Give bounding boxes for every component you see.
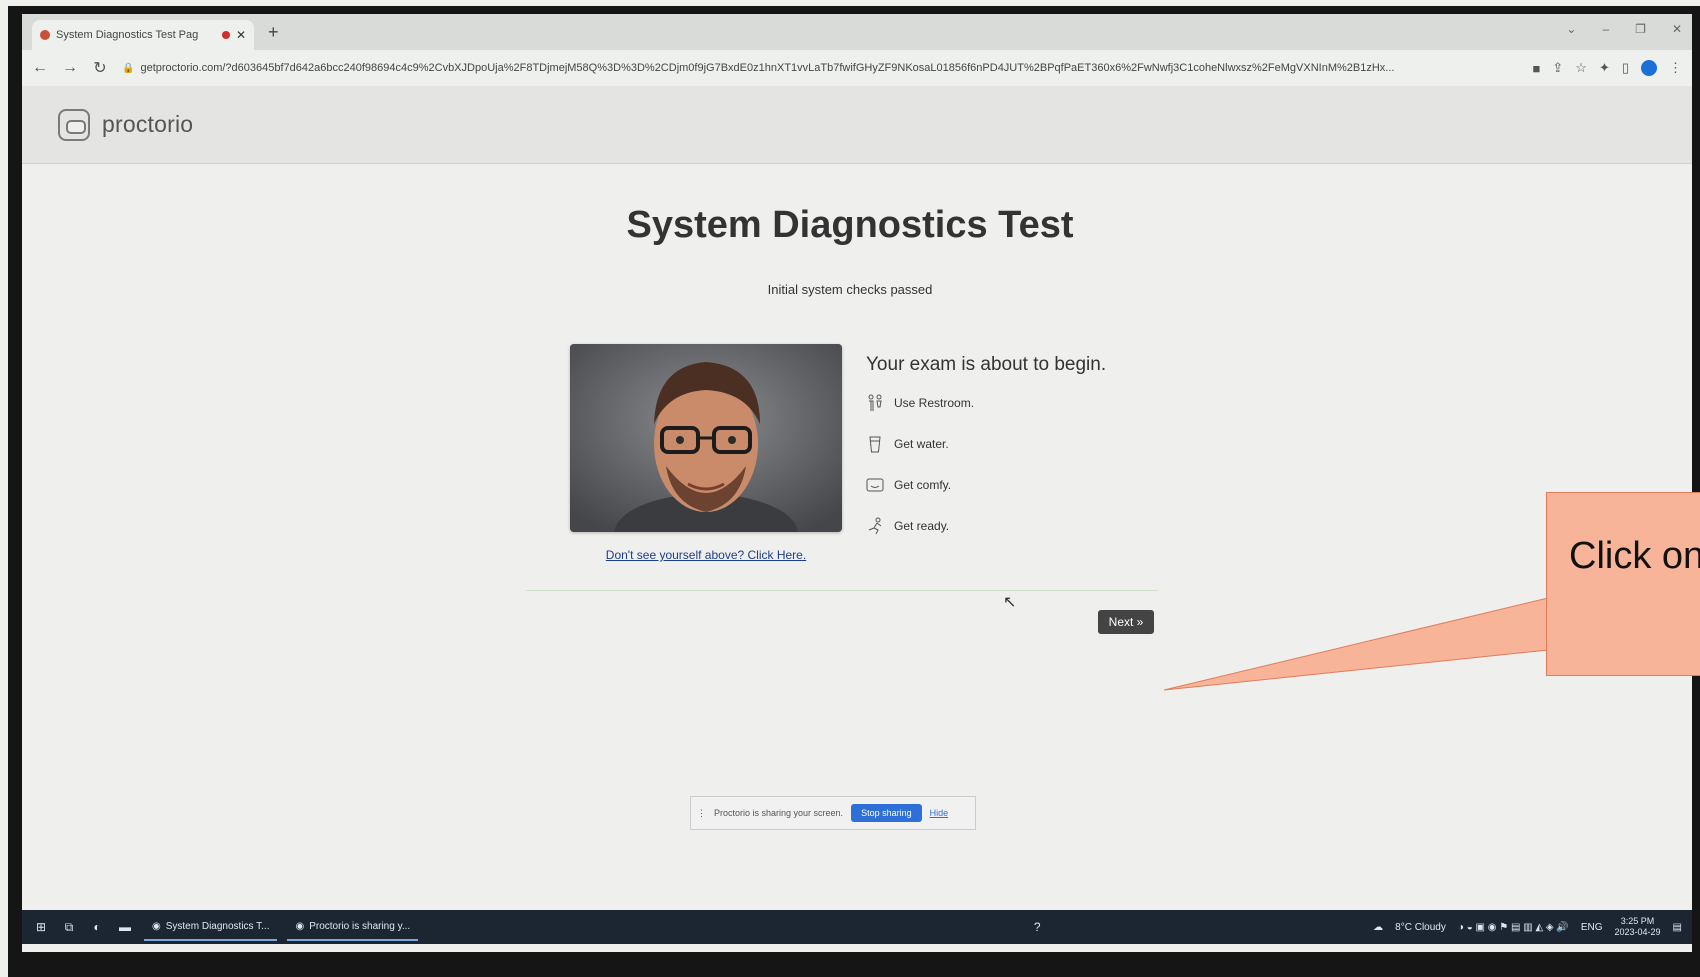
weather-icon: ☁: [1373, 921, 1384, 933]
clock-time: 3:25 PM: [1620, 916, 1655, 926]
language-indicator[interactable]: ENG: [1581, 922, 1603, 933]
help-icon[interactable]: ?: [1028, 920, 1046, 934]
webcam-face-image: [570, 344, 842, 532]
proctorio-logo-icon: [58, 108, 90, 141]
site-header: proctorio: [22, 86, 1692, 164]
forward-icon[interactable]: →: [62, 59, 78, 77]
tab-title: System Diagnostics Test Pag: [56, 29, 199, 41]
page-title: System Diagnostics Test: [626, 204, 1074, 246]
close-window-icon[interactable]: ✕: [1672, 22, 1682, 36]
chrome-icon: ◉: [152, 920, 161, 932]
windows-start-icon[interactable]: ⊞: [32, 920, 50, 934]
hide-notice-link[interactable]: Hide: [930, 808, 949, 818]
clock[interactable]: 3:25 PM 2023-04-29: [1615, 916, 1661, 938]
notifications-icon[interactable]: ▤: [1673, 922, 1682, 933]
dont-see-yourself-link[interactable]: Don't see yourself above? Click Here.: [570, 548, 842, 562]
favicon-icon: [40, 30, 50, 40]
edge-browser-icon[interactable]: ◐: [88, 920, 106, 934]
system-tray: ☁ 8°C Cloudy ◑ ◒ ▣ ◉ ⚑ ▤ ▥ ◭ ◈ 🔊 ENG 3:2…: [1373, 916, 1682, 938]
checklist-label: Get ready.: [894, 518, 950, 533]
back-icon[interactable]: ←: [32, 59, 48, 77]
recording-icon: [221, 31, 230, 39]
tab-strip: System Diagnostics Test Pag ✕ + ⌄ – ❐ ✕: [22, 14, 1692, 50]
webcam-preview: [570, 344, 842, 532]
content-divider: [526, 590, 1158, 591]
mouse-cursor-icon: ↖: [1003, 594, 1017, 611]
windows-taskbar: ⊞ ⧉ ◐ ▬ ◉ System Diagnostics T... ◉ Proc…: [22, 910, 1692, 944]
comfy-icon: [866, 476, 884, 494]
logo-text: proctorio: [102, 111, 194, 137]
photo-edge: [0, 0, 1700, 6]
ready-icon: [866, 517, 884, 535]
checklist-label: Use Restroom.: [894, 395, 975, 410]
next-button[interactable]: Next »: [1098, 610, 1154, 634]
clock-date: 2023-04-29: [1614, 927, 1661, 937]
checklist-heading: Your exam is about to begin.: [866, 354, 1107, 375]
taskbar-app-proctorio[interactable]: ◉ Proctorio is sharing y...: [287, 913, 419, 941]
reload-icon[interactable]: ↻: [92, 58, 108, 78]
address-bar[interactable]: 🔒 getproctorio.com/?d603645bf7d642a6bcc2…: [122, 62, 1519, 74]
water-icon: [866, 435, 884, 453]
browser-toolbar: ← → ↻ 🔒 getproctorio.com/?d603645bf7d642…: [22, 50, 1692, 86]
checklist-item: Get comfy.: [866, 464, 1106, 505]
extensions-icon[interactable]: ✦: [1599, 60, 1610, 76]
taskbar-app-diagnostics[interactable]: ◉ System Diagnostics T...: [144, 913, 278, 941]
camera-icon[interactable]: ■: [1533, 61, 1541, 76]
weather-text: 8°C Cloudy: [1395, 921, 1446, 933]
task-view-icon[interactable]: ⧉: [60, 920, 78, 934]
drag-handle-icon[interactable]: ⋮: [697, 808, 706, 819]
new-tab-button[interactable]: +: [268, 22, 279, 43]
callout-text: Click on: [1569, 535, 1700, 577]
stop-sharing-button[interactable]: Stop sharing: [851, 804, 922, 822]
window-controls: ⌄ – ❐ ✕: [1566, 22, 1682, 36]
menu-icon[interactable]: ⋮: [1669, 60, 1682, 76]
restroom-icon: [866, 394, 884, 412]
instruction-callout: Click on: [1546, 492, 1700, 676]
checklist-label: Get water.: [894, 436, 949, 451]
url-text: getproctorio.com/?d603645bf7d642a6bcc240…: [140, 62, 1395, 74]
checklist-item: Get water.: [866, 423, 1106, 464]
restore-icon[interactable]: ❐: [1635, 22, 1646, 36]
close-tab-icon[interactable]: ✕: [236, 28, 246, 42]
page-subtitle: Initial system checks passed: [767, 282, 933, 297]
checklist-item: Get ready.: [866, 505, 1106, 546]
exam-checklist: Your exam is about to begin. Use Restroo…: [866, 354, 1106, 546]
tray-icons[interactable]: ◑ ◒ ▣ ◉ ⚑ ▤ ▥ ◭ ◈ 🔊: [1458, 922, 1569, 933]
screen-share-notice: ⋮ Proctorio is sharing your screen. Stop…: [690, 796, 976, 830]
taskbar-app-label: Proctorio is sharing y...: [309, 920, 411, 932]
share-icon[interactable]: ⇪: [1552, 60, 1563, 76]
checklist-item: Use Restroom.: [866, 382, 1106, 423]
profile-avatar[interactable]: [1641, 60, 1657, 76]
file-explorer-icon[interactable]: ▬: [116, 920, 134, 934]
sidepanel-icon[interactable]: ▯: [1622, 60, 1629, 76]
chrome-icon: ◉: [295, 920, 305, 932]
share-notice-text: Proctorio is sharing your screen.: [714, 808, 844, 818]
tab-search-icon[interactable]: ⌄: [1566, 22, 1576, 36]
checklist-label: Get comfy.: [894, 477, 952, 492]
photo-edge-left: [0, 0, 8, 977]
minimize-icon[interactable]: –: [1602, 22, 1609, 36]
lock-icon: 🔒: [122, 62, 135, 74]
taskbar-app-label: System Diagnostics T...: [165, 920, 270, 932]
browser-tab[interactable]: System Diagnostics Test Pag ✕: [32, 20, 254, 50]
toolbar-icons: ■ ⇪ ☆ ✦ ▯ ⋮: [1533, 60, 1682, 76]
bookmark-star-icon[interactable]: ☆: [1575, 60, 1587, 76]
